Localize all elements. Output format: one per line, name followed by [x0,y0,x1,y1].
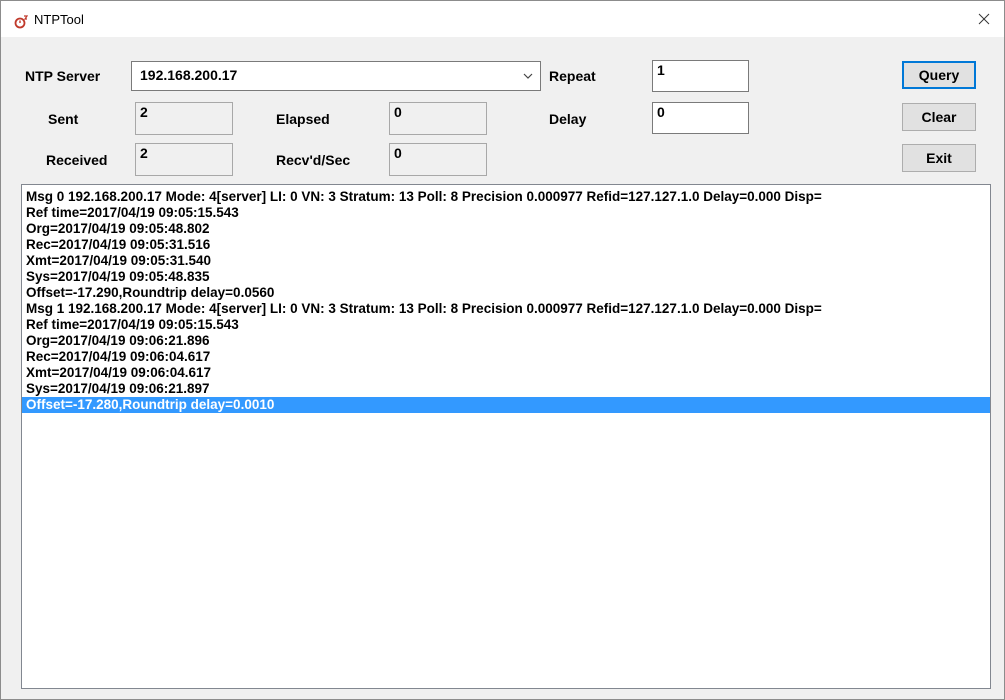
list-item[interactable]: Org=2017/04/19 09:06:21.896 [22,333,990,349]
repeat-label: Repeat [549,68,596,84]
chevron-down-icon[interactable] [522,70,534,82]
list-item[interactable]: Ref time=2017/04/19 09:05:15.543 [22,317,990,333]
clear-button[interactable]: Clear [902,103,976,131]
ntp-server-combobox[interactable]: 192.168.200.17 [131,61,541,91]
ntptool-window: NTPTool NTP Server 192.168.200.17 Repeat… [0,0,1005,700]
title-bar: NTPTool [1,1,1004,37]
list-item[interactable]: Ref time=2017/04/19 09:05:15.543 [22,205,990,221]
sent-field: 2 [135,102,233,135]
delay-label: Delay [549,111,587,127]
list-item[interactable]: Rec=2017/04/19 09:06:04.617 [22,349,990,365]
list-item[interactable]: Xmt=2017/04/19 09:06:04.617 [22,365,990,381]
list-item[interactable]: Sys=2017/04/19 09:06:21.897 [22,381,990,397]
received-label: Received [46,152,108,168]
elapsed-field: 0 [389,102,487,135]
list-item[interactable]: Xmt=2017/04/19 09:05:31.540 [22,253,990,269]
recvd-sec-label: Recv'd/Sec [276,152,351,168]
list-item[interactable]: Rec=2017/04/19 09:05:31.516 [22,237,990,253]
list-item[interactable]: Msg 0 192.168.200.17 Mode: 4[server] LI:… [22,189,990,205]
elapsed-label: Elapsed [276,111,330,127]
received-field: 2 [135,143,233,176]
close-icon [978,13,990,25]
list-item[interactable]: Msg 1 192.168.200.17 Mode: 4[server] LI:… [22,301,990,317]
list-item[interactable]: Org=2017/04/19 09:05:48.802 [22,221,990,237]
window-title: NTPTool [34,12,84,27]
repeat-input[interactable]: 1 [652,60,749,92]
recvd-sec-field: 0 [389,143,487,176]
exit-button[interactable]: Exit [902,144,976,172]
ntp-server-value[interactable]: 192.168.200.17 [140,67,237,83]
ntp-server-label: NTP Server [25,68,101,84]
clock-app-icon [14,15,28,29]
list-item[interactable]: Offset=-17.280,Roundtrip delay=0.0010 [22,397,990,413]
output-listbox[interactable]: Msg 0 192.168.200.17 Mode: 4[server] LI:… [21,184,991,689]
list-item[interactable]: Sys=2017/04/19 09:05:48.835 [22,269,990,285]
sent-label: Sent [48,111,79,127]
query-button[interactable]: Query [902,61,976,89]
close-button[interactable] [964,1,1004,37]
list-item[interactable]: Offset=-17.290,Roundtrip delay=0.0560 [22,285,990,301]
delay-input[interactable]: 0 [652,102,749,134]
